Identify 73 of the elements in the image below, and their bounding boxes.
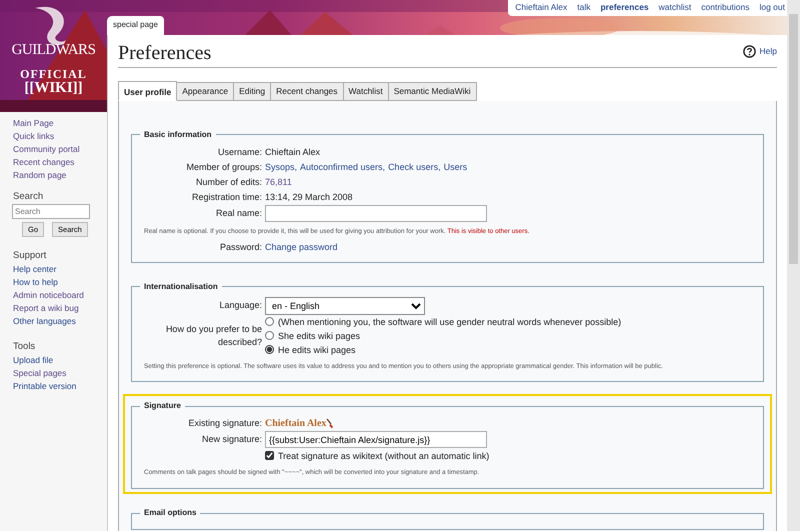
help-icon xyxy=(742,44,756,58)
preferences-tab[interactable]: Recent changes xyxy=(271,82,344,101)
preferences-tab[interactable]: Editing xyxy=(234,82,272,101)
field-label: Username: xyxy=(216,146,262,158)
brush-icon xyxy=(326,418,336,430)
link[interactable]: Sysops, xyxy=(265,160,298,174)
section-heading: Search xyxy=(12,190,44,204)
section-title: Internationalisation xyxy=(143,282,219,292)
checkbox[interactable] xyxy=(265,451,274,460)
user-link[interactable]: talk xyxy=(577,1,590,14)
preferences-tab[interactable]: User profile xyxy=(118,80,178,101)
signature-text: Chieftain Alex xyxy=(265,417,326,432)
link[interactable]: Autoconfirmed users, xyxy=(300,160,386,174)
field-label: Registration time: xyxy=(190,190,262,204)
field-label: Existing signature: xyxy=(187,417,262,430)
field-value: 13:14, 29 March 2008 xyxy=(265,190,353,204)
option-label: He edits wiki pages xyxy=(278,344,356,356)
link[interactable]: Users xyxy=(444,160,468,174)
link[interactable]: Change password xyxy=(265,241,338,255)
user-link[interactable]: preferences xyxy=(600,1,649,14)
field-label: Language: xyxy=(218,298,262,312)
user-link[interactable]: watchlist xyxy=(658,1,692,14)
sidebar-link[interactable]: Special pages xyxy=(0,367,107,380)
logo-text: OFFICIAL xyxy=(20,68,87,81)
section-title: Email options xyxy=(143,508,198,518)
radio-button[interactable] xyxy=(265,317,274,326)
page-tab[interactable]: special page xyxy=(107,16,164,35)
sidebar-link[interactable]: Other languages xyxy=(0,315,107,328)
sidebar-link[interactable]: Quick links xyxy=(0,130,107,143)
radio-button[interactable] xyxy=(265,345,274,354)
sidebar-link[interactable]: Printable version xyxy=(0,380,107,393)
preferences-tab[interactable]: Watchlist xyxy=(344,82,389,101)
field-label: New signature: xyxy=(200,433,262,446)
field-value: Chieftain Alex xyxy=(265,146,320,158)
link[interactable]: Check users, xyxy=(388,160,441,174)
sidebar-link[interactable]: Random page xyxy=(0,169,107,182)
sidebar-link[interactable]: Recent changes xyxy=(0,156,107,169)
sidebar-link[interactable]: Admin noticeboard xyxy=(0,289,107,302)
scrollbar-thumb[interactable] xyxy=(789,14,798,264)
text-field[interactable] xyxy=(265,204,487,222)
field-label: Number of edits: xyxy=(194,176,262,188)
text-field[interactable]: {{subst:User:Chieftain Alex/signature.js}} xyxy=(265,431,487,448)
preferences-tab[interactable]: Appearance xyxy=(177,82,234,101)
option-label: She edits wiki pages xyxy=(278,330,360,342)
radio-button[interactable] xyxy=(265,331,274,340)
search-field[interactable]: Search xyxy=(12,204,90,219)
logo-text: [[WIKI]] xyxy=(24,81,83,96)
sidebar-link[interactable]: Upload file xyxy=(0,354,107,367)
user-link[interactable]: contributions xyxy=(701,1,750,14)
user-link[interactable]: Chieftain Alex xyxy=(515,1,568,14)
section-title: Signature xyxy=(143,401,182,412)
field-label: Member of groups: xyxy=(185,160,262,174)
sidebar-link[interactable]: Help center xyxy=(0,263,107,276)
section-heading: Tools xyxy=(12,340,36,354)
scrollbar[interactable] xyxy=(787,0,800,531)
help-link[interactable]: Help xyxy=(742,44,777,58)
section-title: Basic information xyxy=(143,130,213,140)
checkbox-label: Treat signature as wikitext (without an automatic link) xyxy=(278,450,490,463)
preferences-tab[interactable]: Semantic MediaWiki xyxy=(388,82,477,101)
field-label: How do you prefer to be described? xyxy=(164,322,262,348)
link[interactable]: 76,811 xyxy=(265,176,292,189)
field-label: Password: xyxy=(218,241,262,254)
language-select[interactable]: en - English xyxy=(265,296,425,314)
sidebar-link[interactable]: Main Page xyxy=(0,117,107,130)
logo-text: GUILDWARS xyxy=(12,42,96,58)
section-heading: Support xyxy=(12,249,48,263)
field-label: Real name: xyxy=(214,206,262,220)
sidebar-link[interactable]: Report a wiki bug xyxy=(0,302,107,315)
user-link[interactable]: log out xyxy=(759,1,785,14)
page-title: Preferences xyxy=(118,40,212,65)
sidebar-link[interactable]: How to help xyxy=(0,276,107,289)
sidebar-link[interactable]: Community portal xyxy=(0,143,107,156)
option-label: (When mentioning you, the software will use gender neutral words whenever possible) xyxy=(278,316,622,328)
